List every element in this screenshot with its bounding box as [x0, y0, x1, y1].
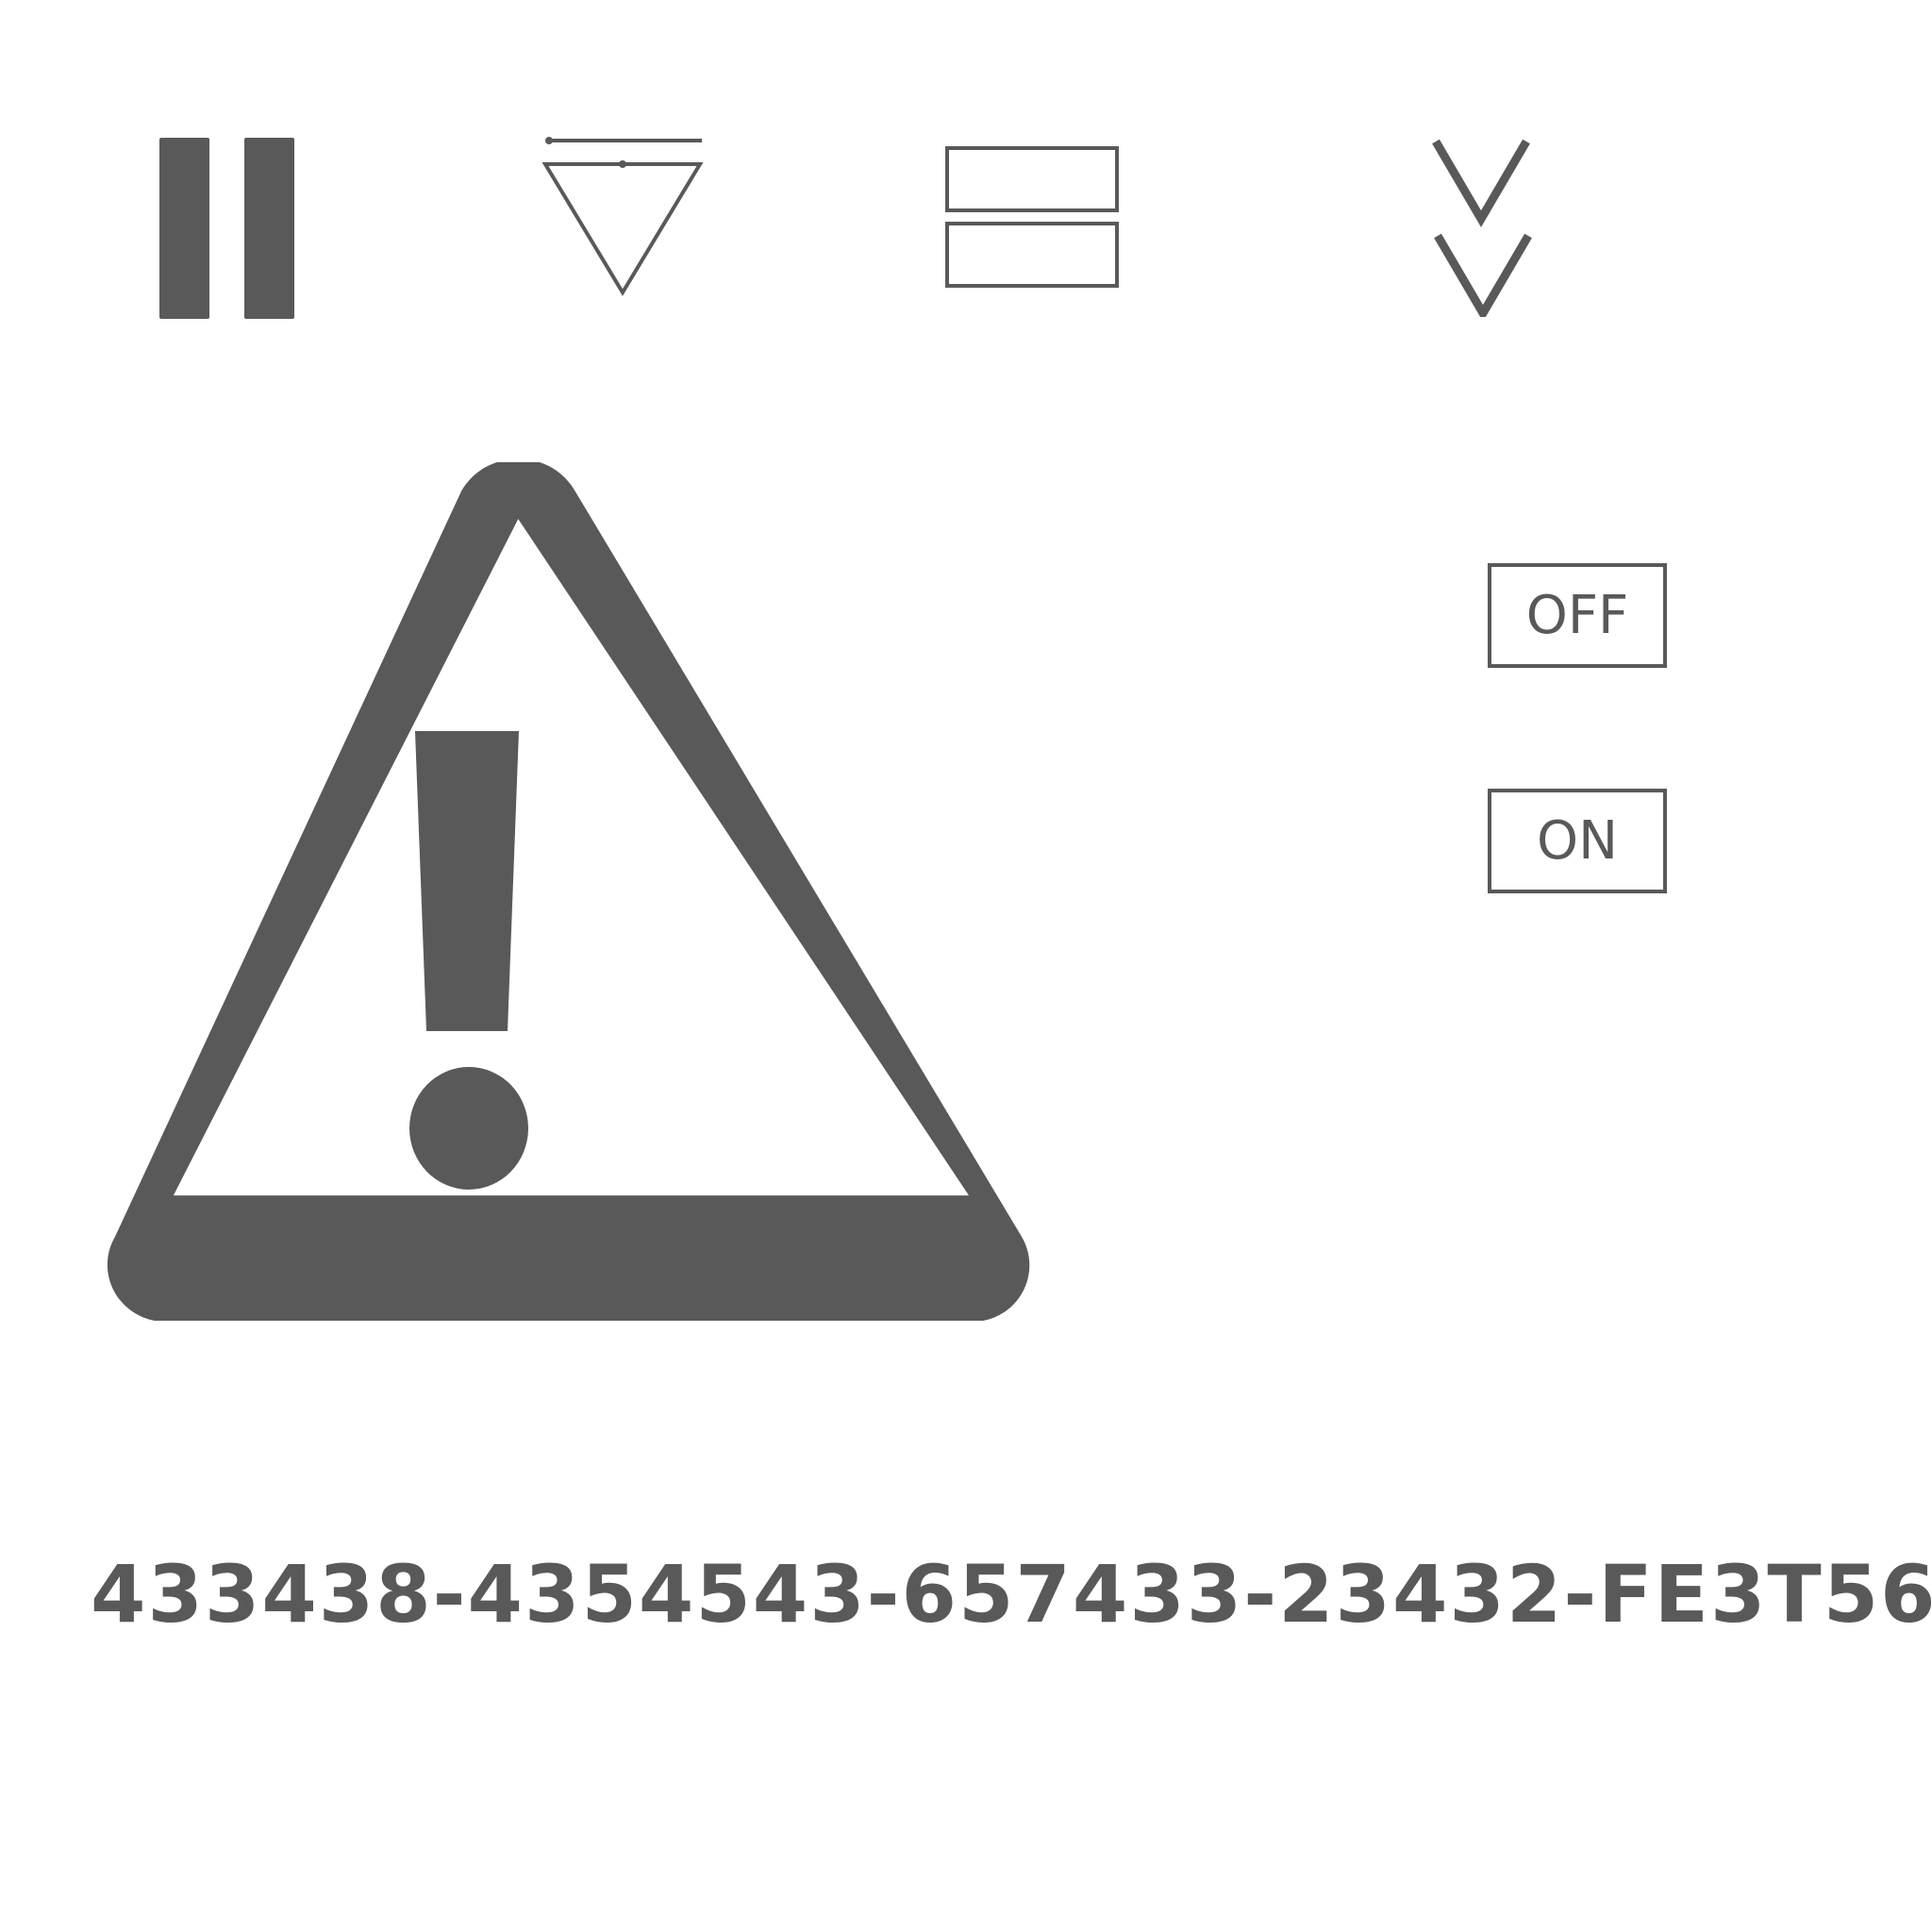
- double-chevron-down-icon[interactable]: [1430, 138, 1534, 317]
- serial-code-text: 433438-4354543-657433-23432-FE3T56: [91, 1548, 1932, 1641]
- split-rows-icon[interactable]: [945, 146, 1121, 290]
- off-toggle-label: OFF: [1525, 585, 1629, 646]
- triangle-down-bar-icon[interactable]: [541, 134, 704, 296]
- off-toggle-button[interactable]: OFF: [1488, 563, 1667, 668]
- on-toggle-label: ON: [1537, 810, 1618, 872]
- warning-icon: [107, 462, 1030, 1321]
- pause-icon[interactable]: [157, 136, 298, 321]
- on-toggle-button[interactable]: ON: [1488, 789, 1667, 893]
